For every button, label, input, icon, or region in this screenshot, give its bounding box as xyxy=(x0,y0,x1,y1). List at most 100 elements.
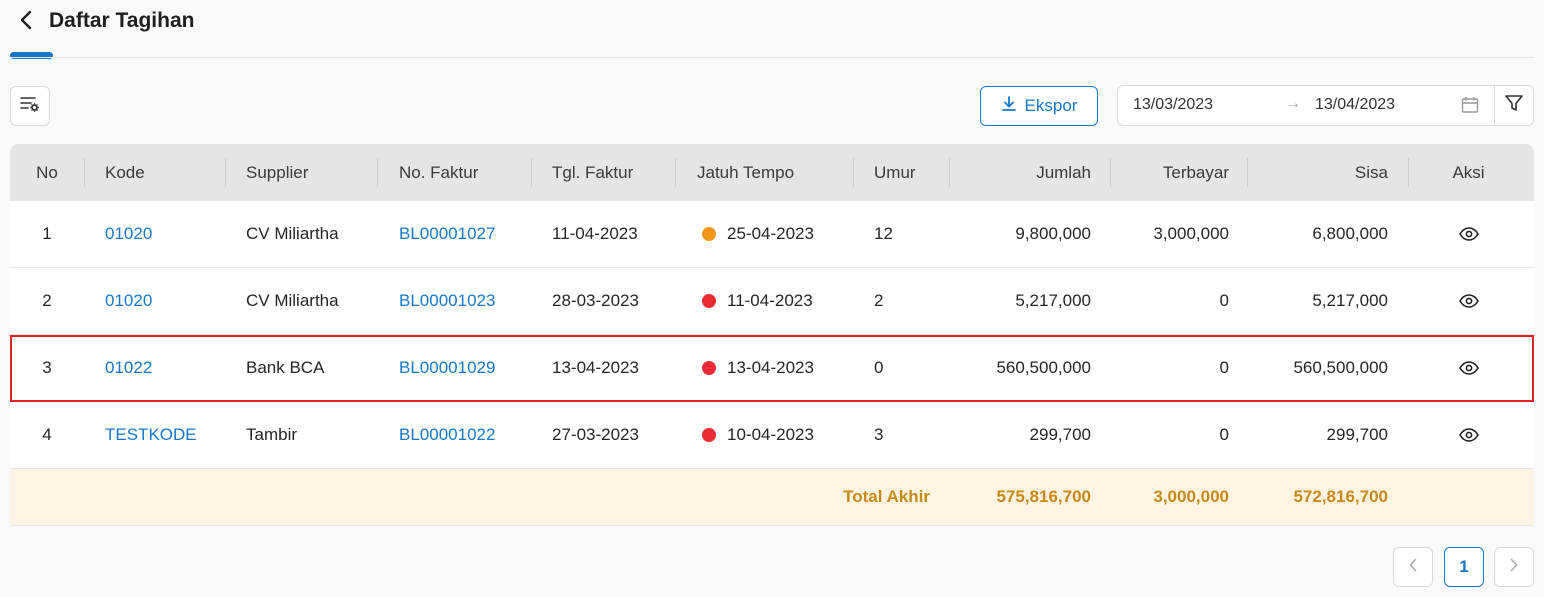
column-divider xyxy=(675,158,676,187)
status-dot xyxy=(702,294,716,308)
column-header-supplier[interactable]: Supplier xyxy=(246,144,376,201)
row-tempo-date: 25-04-2023 xyxy=(727,224,814,243)
chevron-right-icon xyxy=(1509,557,1519,577)
page-header: Daftar Tagihan xyxy=(0,0,1544,59)
row-sisa: 560,500,000 xyxy=(1293,358,1388,377)
row-jumlah: 299,700 xyxy=(1029,425,1091,444)
row-terbayar: 0 xyxy=(1219,291,1229,310)
column-divider xyxy=(84,158,85,187)
row-jumlah: 5,217,000 xyxy=(1015,291,1091,310)
total-sisa: 572,816,700 xyxy=(1293,487,1388,506)
column-divider xyxy=(853,158,854,187)
date-from-input[interactable]: 13/03/2023 xyxy=(1133,96,1213,114)
pagination-page-1[interactable]: 1 xyxy=(1444,547,1484,587)
pagination-prev-button[interactable] xyxy=(1393,547,1433,587)
date-range-picker[interactable]: 13/03/2023 → 13/04/2023 xyxy=(1117,85,1495,126)
row-jumlah: 560,500,000 xyxy=(996,358,1091,377)
row-sisa: 6,800,000 xyxy=(1312,224,1388,243)
status-dot xyxy=(702,428,716,442)
row-umur: 3 xyxy=(874,425,884,444)
view-eye-icon[interactable] xyxy=(1410,201,1527,267)
row-kode-link[interactable]: TESTKODE xyxy=(105,402,197,468)
back-arrow-icon[interactable] xyxy=(14,8,38,32)
row-faktur-link[interactable]: BL00001029 xyxy=(399,335,495,401)
row-tgl-faktur: 27-03-2023 xyxy=(552,425,639,444)
view-eye-icon[interactable] xyxy=(1410,268,1527,334)
row-tgl-faktur: 28-03-2023 xyxy=(552,291,639,310)
row-terbayar: 0 xyxy=(1219,425,1229,444)
status-dot xyxy=(702,227,716,241)
table-row[interactable]: 4 TESTKODE Tambir BL00001022 27-03-2023 … xyxy=(10,402,1534,469)
total-terbayar: 3,000,000 xyxy=(1153,487,1229,506)
column-settings-icon xyxy=(20,95,40,118)
row-no: 1 xyxy=(42,224,52,243)
table-row[interactable]: 2 01020 CV Miliartha BL00001023 28-03-20… xyxy=(10,268,1534,335)
table-total-row: Total Akhir 575,816,700 3,000,000 572,81… xyxy=(10,469,1534,526)
row-no: 2 xyxy=(42,291,52,310)
row-jatuh-tempo: 11-04-2023 xyxy=(702,268,813,334)
row-sisa: 5,217,000 xyxy=(1312,291,1388,310)
row-jumlah: 9,800,000 xyxy=(1015,224,1091,243)
column-settings-button[interactable] xyxy=(10,86,50,126)
row-terbayar: 0 xyxy=(1219,358,1229,377)
column-header-no-faktur[interactable]: No. Faktur xyxy=(399,144,529,201)
export-label: Ekspor xyxy=(1024,96,1078,115)
row-supplier: CV Miliartha xyxy=(246,291,339,310)
page-title: Daftar Tagihan xyxy=(49,9,195,32)
row-kode-link[interactable]: 01020 xyxy=(105,268,152,334)
column-divider xyxy=(377,158,378,187)
row-terbayar: 3,000,000 xyxy=(1153,224,1229,243)
row-faktur-link[interactable]: BL00001023 xyxy=(399,268,495,334)
table-header: No Kode Supplier No. Faktur Tgl. Faktur … xyxy=(10,144,1534,201)
row-no: 3 xyxy=(42,358,52,377)
column-header-terbayar[interactable]: Terbayar xyxy=(1111,144,1229,201)
row-umur: 2 xyxy=(874,291,884,310)
row-supplier: CV Miliartha xyxy=(246,224,339,243)
column-header-no[interactable]: No xyxy=(10,144,84,201)
row-tempo-date: 10-04-2023 xyxy=(727,425,814,444)
header-divider xyxy=(10,57,1534,58)
total-jumlah: 575,816,700 xyxy=(996,487,1091,506)
view-eye-icon[interactable] xyxy=(1410,335,1527,401)
date-to-input[interactable]: 13/04/2023 xyxy=(1315,96,1395,114)
row-supplier: Bank BCA xyxy=(246,358,325,377)
column-header-jumlah[interactable]: Jumlah xyxy=(950,144,1091,201)
row-no: 4 xyxy=(42,425,52,444)
row-sisa: 299,700 xyxy=(1326,425,1388,444)
row-kode-link[interactable]: 01020 xyxy=(105,201,152,267)
row-jatuh-tempo: 25-04-2023 xyxy=(702,201,814,267)
chevron-left-icon xyxy=(1408,557,1418,577)
column-divider xyxy=(531,158,532,187)
column-header-sisa[interactable]: Sisa xyxy=(1248,144,1388,201)
status-dot xyxy=(702,361,716,375)
pagination-next-button[interactable] xyxy=(1494,547,1534,587)
row-tempo-date: 11-04-2023 xyxy=(727,291,813,310)
column-divider xyxy=(1408,158,1409,187)
column-header-umur[interactable]: Umur xyxy=(874,144,944,201)
table-row-highlighted[interactable]: 3 01022 Bank BCA BL00001029 13-04-2023 1… xyxy=(10,335,1534,402)
row-tgl-faktur: 13-04-2023 xyxy=(552,358,639,377)
column-header-aksi: Aksi xyxy=(1452,162,1485,182)
row-faktur-link[interactable]: BL00001022 xyxy=(399,402,495,468)
range-arrow-icon: → xyxy=(1285,95,1301,112)
export-button[interactable]: Ekspor xyxy=(980,86,1098,126)
column-header-jatuh-tempo[interactable]: Jatuh Tempo xyxy=(697,144,847,201)
row-umur: 12 xyxy=(874,224,893,243)
row-kode-link[interactable]: 01022 xyxy=(105,335,152,401)
row-umur: 0 xyxy=(874,358,884,377)
row-jatuh-tempo: 13-04-2023 xyxy=(702,335,814,401)
total-label: Total Akhir xyxy=(843,487,930,506)
row-jatuh-tempo: 10-04-2023 xyxy=(702,402,814,468)
column-header-kode[interactable]: Kode xyxy=(105,144,225,201)
calendar-icon[interactable] xyxy=(1461,96,1479,119)
table-row[interactable]: 1 01020 CV Miliartha BL00001027 11-04-20… xyxy=(10,201,1534,268)
row-faktur-link[interactable]: BL00001027 xyxy=(399,201,495,267)
row-tgl-faktur: 11-04-2023 xyxy=(552,224,638,243)
invoice-table: No Kode Supplier No. Faktur Tgl. Faktur … xyxy=(10,144,1534,526)
column-header-tgl-faktur[interactable]: Tgl. Faktur xyxy=(552,144,672,201)
filter-icon xyxy=(1504,93,1524,118)
download-icon xyxy=(1001,95,1017,117)
filter-button[interactable] xyxy=(1494,85,1534,126)
view-eye-icon[interactable] xyxy=(1410,402,1527,468)
row-tempo-date: 13-04-2023 xyxy=(727,358,814,377)
